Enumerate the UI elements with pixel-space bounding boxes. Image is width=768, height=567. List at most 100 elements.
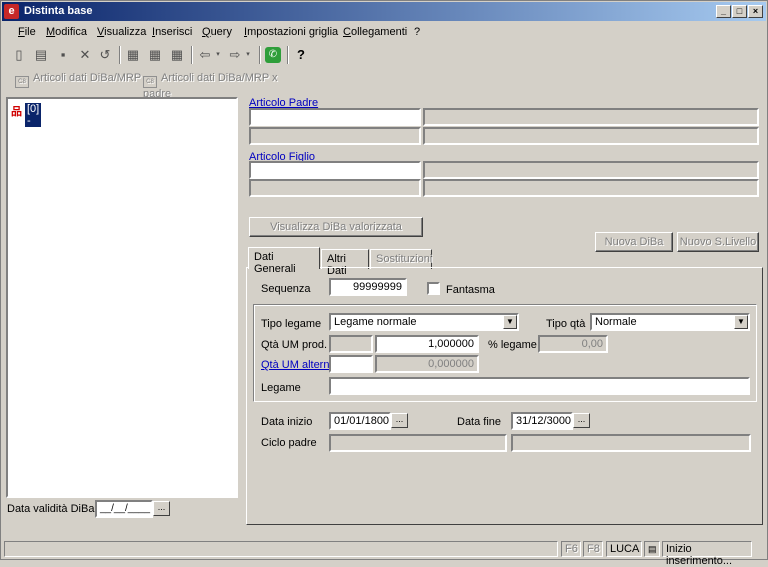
validity-date-picker-button[interactable]: ...: [153, 501, 170, 516]
validity-date-field[interactable]: __/__/____: [95, 500, 153, 518]
tipo-legame-label: Tipo legame: [261, 318, 322, 330]
bom-node-icon: 品: [11, 106, 22, 118]
close-button[interactable]: ×: [748, 5, 763, 18]
status-message-area: [4, 541, 558, 557]
articolo-padre-extra-field: [249, 127, 421, 145]
articolo-figlio-extra-field: [249, 179, 421, 197]
tab-altri-dati[interactable]: Altri Dati: [321, 249, 369, 277]
tab-dati-generali[interactable]: Dati Generali: [248, 247, 320, 275]
chevron-down-icon[interactable]: ▼: [503, 315, 517, 329]
tipo-legame-select[interactable]: Legame normale ▼: [329, 313, 519, 331]
menu-visualizza[interactable]: Visualizza: [97, 26, 146, 38]
data-fine-picker-button[interactable]: ...: [573, 413, 590, 428]
data-inizio-label: Data inizio: [261, 416, 313, 428]
articoli-mrp-label: Articoli dati DiBa/MRP: [33, 72, 142, 84]
calendar-icon: C8: [143, 76, 157, 88]
articolo-figlio-description-field: [423, 161, 759, 179]
sequenza-field[interactable]: 99999999: [329, 278, 407, 296]
forward-dropdown-icon[interactable]: ▾: [243, 47, 253, 63]
legame-label: Legame: [261, 382, 301, 394]
data-fine-label: Data fine: [457, 416, 502, 428]
toolbar: ▯ ▤ ▪ ✕ ↺ ▦ ▦ ▦ ⇦ ▾ ⇨ ▾ ✆ ?: [7, 43, 307, 67]
tipo-qta-label: Tipo qtà: [546, 318, 586, 330]
qta-um-altern-link[interactable]: Qtà UM altern.: [261, 359, 333, 371]
grid-expand-icon[interactable]: ▦: [125, 47, 141, 63]
menu-modifica[interactable]: Modifica: [46, 26, 87, 38]
phone-icon[interactable]: ✆: [265, 47, 281, 63]
qta-um-prod-unit-field: [329, 335, 373, 353]
toolbar-separator: [191, 46, 193, 64]
menu-bar: File Modifica Visualizza Inserisci Query…: [2, 22, 766, 41]
ciclo-padre-description-field: [511, 434, 751, 452]
title-bar[interactable]: e Distinta base _ □ ×: [2, 2, 766, 21]
fantasma-checkbox[interactable]: [427, 282, 440, 295]
status-user: LUCA: [606, 541, 642, 557]
open-icon[interactable]: ▤: [33, 47, 49, 63]
menu-help[interactable]: ?: [414, 26, 420, 38]
status-f8: F8: [583, 541, 603, 557]
articoli-mrp-link[interactable]: C8 Articoli dati DiBa/MRP: [15, 72, 141, 88]
forward-arrow-icon[interactable]: ⇨: [227, 47, 243, 63]
menu-file[interactable]: File: [18, 26, 36, 38]
app-icon: e: [4, 4, 19, 19]
tree-root-node[interactable]: 品 [0] -: [11, 103, 42, 127]
tipo-legame-value: Legame normale: [334, 316, 417, 328]
menu-query[interactable]: Query: [202, 26, 232, 38]
help-icon[interactable]: ?: [293, 47, 309, 63]
back-arrow-icon[interactable]: ⇦: [197, 47, 213, 63]
qta-um-altern-field: 0,000000: [375, 355, 479, 373]
status-message: Inizio inserimento...: [662, 541, 752, 567]
legame-field[interactable]: [329, 377, 750, 395]
toolbar-separator: [119, 46, 121, 64]
links-bar: C8 Articoli dati DiBa/MRP C8 Articoli dati…: [7, 69, 307, 100]
articoli-mrp-padre-link[interactable]: C8 Articoli dati DiBa/MRP x padre: [143, 72, 307, 100]
maximize-button[interactable]: □: [732, 5, 747, 18]
grid-collapse-icon[interactable]: ▦: [169, 47, 185, 63]
bom-tree[interactable]: 品 [0] -: [6, 97, 238, 498]
qta-um-prod-field[interactable]: 1,000000: [375, 335, 479, 353]
menu-inserisci[interactable]: Inserisci: [152, 26, 192, 38]
tipo-qta-value: Normale: [595, 316, 637, 328]
tab-sostituzioni[interactable]: Sostituzioni: [370, 249, 432, 269]
status-f6: F6: [561, 541, 581, 557]
qta-um-altern-unit-field[interactable]: [329, 355, 373, 373]
back-dropdown-icon[interactable]: ▾: [213, 47, 223, 63]
articoli-mrp-padre-label: Articoli dati DiBa/MRP x padre: [143, 72, 278, 100]
toolbar-separator: [287, 46, 289, 64]
fantasma-label: Fantasma: [446, 284, 495, 296]
minimize-button[interactable]: _: [716, 5, 731, 18]
toolbar-separator: [259, 46, 261, 64]
data-inizio-picker-button[interactable]: ...: [391, 413, 408, 428]
articolo-padre-extra2-field: [423, 127, 759, 145]
calendar-icon: C8: [15, 76, 29, 88]
document-icon: ▤: [644, 541, 660, 557]
data-inizio-field[interactable]: 01/01/1800: [329, 412, 391, 430]
qta-um-prod-label: Qtà UM prod.: [261, 339, 328, 351]
perc-legame-field: 0,00: [538, 335, 608, 353]
tipo-qta-select[interactable]: Normale ▼: [590, 313, 750, 331]
window-title: Distinta base: [24, 5, 93, 17]
menu-impostazioni-griglia[interactable]: Impostazioni griglia: [244, 26, 338, 38]
chevron-down-icon[interactable]: ▼: [734, 315, 748, 329]
articolo-figlio-extra2-field: [423, 179, 759, 197]
nuovo-livello-button[interactable]: Nuovo S.Livello: [677, 232, 759, 252]
nuova-diba-button[interactable]: Nuova DiBa: [595, 232, 673, 252]
delete-icon[interactable]: ✕: [77, 47, 93, 63]
status-bar: F6 F8 LUCA ▤ Inizio inserimento...: [4, 540, 766, 567]
validity-label: Data validità DiBa: [7, 503, 95, 515]
perc-legame-label: % legame: [488, 339, 537, 351]
main-window: e Distinta base _ □ × File Modifica Visu…: [0, 0, 768, 567]
articolo-padre-code-field[interactable]: [249, 108, 421, 126]
sequenza-label: Sequenza: [261, 283, 311, 295]
data-fine-field[interactable]: 31/12/3000: [511, 412, 573, 430]
articolo-figlio-code-field[interactable]: [249, 161, 421, 179]
menu-collegamenti[interactable]: Collegamenti: [343, 26, 407, 38]
visualizza-diba-button[interactable]: Visualizza DiBa valorizzata: [249, 217, 423, 237]
articolo-padre-description-field: [423, 108, 759, 126]
undo-icon[interactable]: ↺: [97, 47, 113, 63]
grid-icon[interactable]: ▦: [147, 47, 163, 63]
ciclo-padre-label: Ciclo padre: [261, 437, 317, 449]
ciclo-padre-code-field: [329, 434, 507, 452]
new-document-icon[interactable]: ▯: [11, 47, 27, 63]
save-icon[interactable]: ▪: [55, 47, 71, 63]
